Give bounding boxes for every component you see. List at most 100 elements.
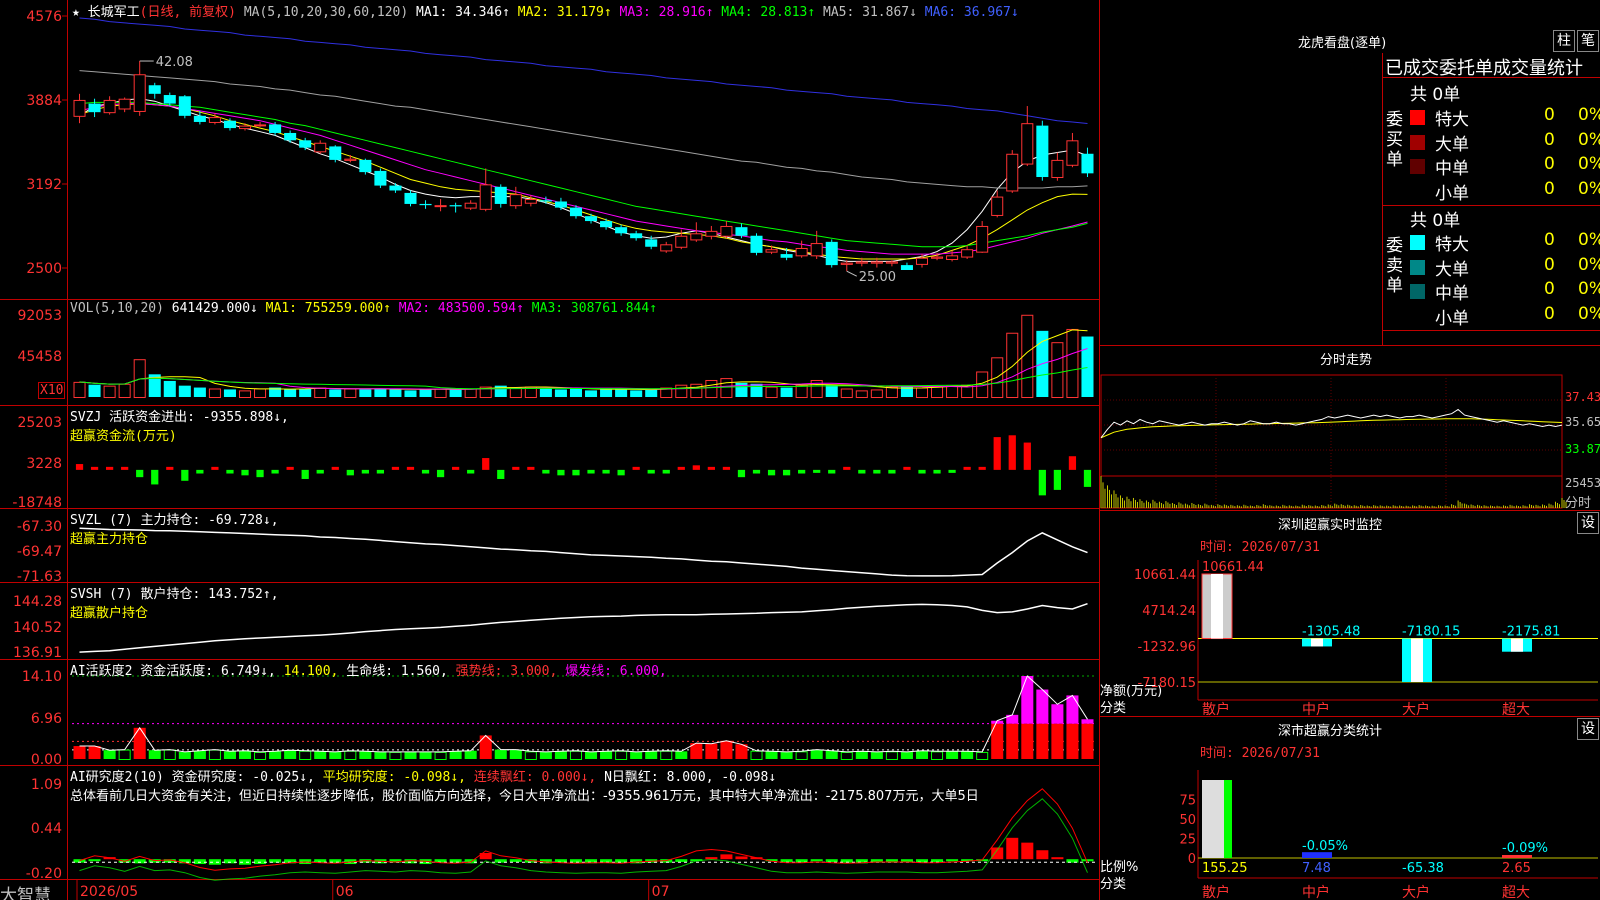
vol-ma-line-5 [79, 329, 1088, 391]
svzj-bar [452, 466, 460, 470]
candle-body [946, 255, 959, 260]
realtime-monitor-chart: 10661.44 4714.24 -1232.96 -7180.15 10661.44 -… [1134, 560, 1598, 718]
lhb-stroke-button[interactable]: 笔 [1577, 30, 1599, 52]
svzj-bar [737, 469, 746, 478]
ai1-line [79, 675, 1088, 753]
volume-bar [509, 387, 522, 398]
svzj-bar [843, 466, 851, 470]
ai2-bar [780, 859, 793, 862]
volume-bar [359, 389, 372, 397]
candle-body [675, 235, 688, 248]
svzj-bar [692, 465, 700, 470]
ai1-ytick: 14.10 [22, 669, 62, 685]
ai1-bar [720, 740, 733, 759]
svzj-bar [75, 464, 84, 470]
ai1-bar [900, 751, 913, 759]
ai1-title-item: 强势线: 3.000, [455, 664, 566, 679]
kline-ma-item: MA5: 31.867↓ [823, 5, 925, 20]
volume-bar [795, 384, 808, 398]
vol-ma-line-20 [79, 367, 1088, 390]
order-row: 中单 0 0% [1410, 154, 1600, 179]
order-label: 大单 [1435, 259, 1469, 280]
classification-chart: 75 50 25 0 155.25 7.48 -65.38 2.65 -0.05% -0.09% 散… [1179, 770, 1598, 900]
svzj-bar [752, 469, 761, 474]
order-count: 0 [1544, 303, 1555, 324]
ai2-bar [133, 859, 146, 864]
tab-executed[interactable]: 已成交 [1385, 58, 1439, 79]
svzj-bar [256, 469, 264, 478]
tab-orders[interactable]: 委托单 [1439, 58, 1493, 79]
monitor-ytick: 4714.24 [1142, 604, 1196, 619]
main-chart-area[interactable]: 457638843192250042.0825.00 9205345458 25… [0, 0, 1600, 900]
candle-body [810, 243, 823, 257]
volume-bar [539, 388, 552, 397]
svzj-bar [888, 469, 896, 474]
classify-value-label: 155.25 [1202, 861, 1248, 876]
volume-bar [434, 388, 447, 398]
candle-body [991, 196, 1004, 216]
kline-ma-item: MA3: 28.916↑ [619, 5, 722, 20]
svzj-bar [813, 469, 821, 473]
svzj-bar [406, 466, 415, 470]
candle-body [223, 120, 236, 129]
monitor-title: 深圳超赢实时监控 [1278, 518, 1383, 533]
period-label[interactable]: (日线, 前复权) [140, 5, 236, 20]
svzl-title-item: SVZL (7) 主力持仓: -69.728↓, [70, 513, 279, 528]
ai1-bar [1006, 723, 1019, 759]
order-label: 大单 [1435, 134, 1469, 155]
ai1-bar [780, 751, 793, 759]
candle-body [509, 194, 522, 207]
candle-body [344, 158, 357, 161]
candle-body [569, 207, 582, 217]
volume-bar [254, 388, 267, 398]
svzj-bar [105, 466, 114, 470]
svzj-bar [1068, 456, 1077, 470]
kline-chart[interactable]: 4576 3884 3192 2500 42.08 25.00 [26, 9, 1094, 285]
monitor-settings-button[interactable]: 设 [1577, 512, 1599, 534]
ai2-bar [1081, 859, 1094, 862]
volume-bar [299, 388, 312, 397]
classify-bar-edge [1224, 780, 1232, 858]
svzl-ytick: -71.63 [17, 569, 62, 585]
candle-body [630, 233, 643, 239]
lhb-column-button[interactable]: 柱 [1553, 30, 1575, 52]
intraday-chart[interactable] [1100, 374, 1567, 509]
ai1-bar [464, 750, 477, 759]
svzj-bar [90, 466, 99, 470]
stock-name[interactable]: 长城军工 [88, 5, 140, 20]
candle-body [374, 170, 387, 186]
order-count: 0 [1544, 105, 1555, 125]
candle-body [915, 257, 929, 265]
ai1-bar [299, 750, 312, 760]
ai1-title-item: AI活跃度2 资金活跃度: 6.749↓, [70, 664, 284, 679]
brand-label[interactable]: 大智慧 [0, 881, 51, 900]
monitor-category: 中户 [1302, 701, 1330, 718]
candle-body [193, 115, 206, 122]
tab-stats[interactable]: 统计 [1547, 58, 1583, 79]
classify-settings-button[interactable]: 设 [1577, 718, 1599, 740]
candle-body [269, 124, 282, 133]
monitor-bar-highlight [1311, 638, 1323, 647]
ai2-bar [1006, 837, 1019, 860]
candle-body [600, 221, 613, 228]
tab-volume[interactable]: 成交量 [1493, 58, 1547, 79]
classify-category: 散户 [1202, 884, 1230, 900]
ai-activity-chart[interactable]: 14.10 6.96 0.00 [22, 669, 1095, 768]
vol-header-item: MA3: 308761.844↑ [531, 301, 658, 316]
ai2-bar [931, 859, 944, 862]
classify-time: 时间: 2026/07/31 [1200, 746, 1320, 761]
volume-chart[interactable]: 92053 45458 [17, 308, 1094, 399]
monitor-category: 散户 [1202, 701, 1230, 718]
volume-bar [585, 390, 598, 397]
svzj-bar [722, 466, 731, 470]
candle-body [118, 98, 131, 110]
svzj-ytick: -18748 [12, 495, 62, 511]
ai2-bar [705, 857, 718, 860]
order-count: 0 [1544, 154, 1555, 175]
classify-ytick: 50 [1179, 813, 1196, 828]
order-row: 大单 0 0% [1410, 130, 1600, 155]
svzj-bar [376, 469, 385, 474]
ai1-bar-top [1036, 689, 1049, 724]
star-icon[interactable]: ★ [72, 5, 80, 20]
ai1-bar [976, 751, 989, 760]
